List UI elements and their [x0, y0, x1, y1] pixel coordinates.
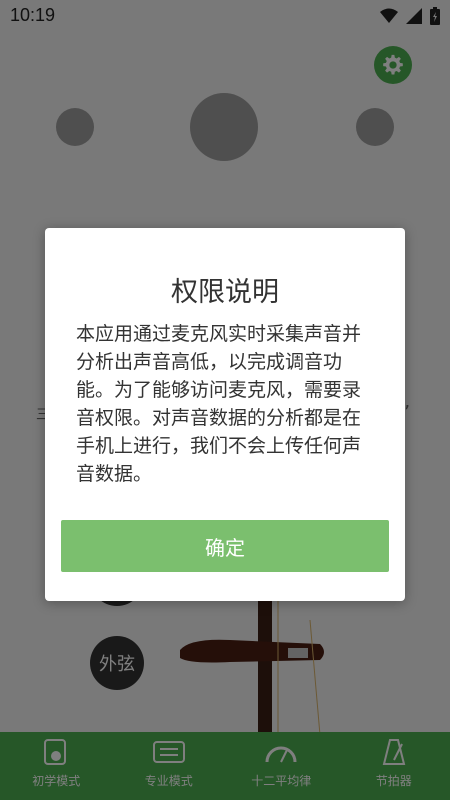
dialog-message: 本应用通过麦克风实时采集声音并分析出声音高低，以完成调音功能。为了能够访问麦克风… [76, 323, 362, 485]
confirm-button[interactable]: 确定 [61, 520, 389, 572]
permission-dialog: 权限说明 本应用通过麦克风实时采集声音并分析出声音高低，以完成调音功能。为了能够… [45, 228, 405, 601]
dialog-title: 权限说明 [171, 277, 279, 308]
